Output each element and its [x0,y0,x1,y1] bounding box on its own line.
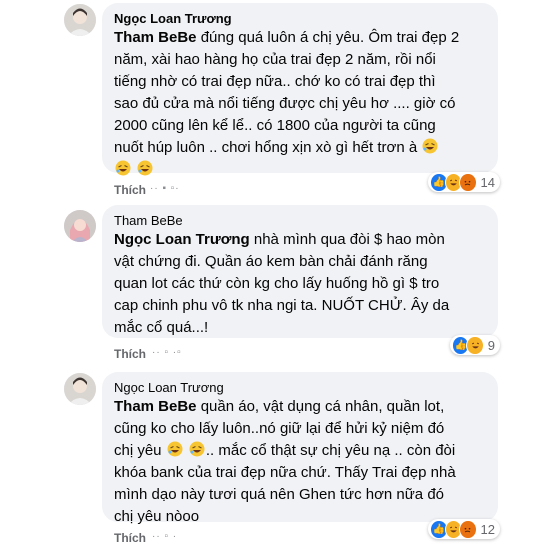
reaction-summary[interactable]: 👍 9 [450,335,500,355]
angry-reaction-icon [459,172,477,192]
reaction-count: 9 [487,337,495,353]
mention-link[interactable]: Tham BeBe [114,398,197,415]
avatar-photo-icon [64,210,96,242]
comment-bubble: Tham BeBe Ngọc Loan Trương nhà mình qua … [102,205,498,338]
like-action[interactable]: Thích [114,347,146,361]
mention-link[interactable]: Ngọc Loan Trương [114,231,250,248]
haha-reaction-icon [466,335,484,355]
avatar[interactable] [64,210,96,242]
mention-link[interactable]: Tham BeBe [114,29,197,46]
avatar-photo-icon [64,4,96,36]
action-links-blurred: ·· ▫ ·▫ [152,347,182,358]
action-links-blurred: ·· ▪ ▫· [150,183,180,194]
reaction-summary[interactable]: 👍 14 [428,172,500,192]
comment-text: Ngọc Loan Trương nhà mình qua đòi $ hao … [114,231,450,336]
comment-author[interactable]: Ngọc Loan Trương [114,10,486,27]
comment-author[interactable]: Tham BeBe [114,212,486,229]
angry-reaction-icon [459,519,477,539]
avatar[interactable] [64,4,96,36]
rofl-emoji-icon [167,441,183,457]
reaction-count: 14 [480,174,496,190]
rofl-emoji-icon [137,160,153,176]
comment-text: Tham BeBe quần áo, vật dụng cá nhân, quầ… [114,398,456,525]
avatar-photo-icon [64,373,96,405]
comment-author[interactable]: Ngọc Loan Trương [114,379,486,396]
rofl-emoji-icon [189,441,205,457]
like-action[interactable]: Thích [114,183,146,197]
rofl-emoji-icon [115,160,131,176]
reaction-count: 12 [480,521,496,537]
comment-bubble: Ngọc Loan Trương Tham BeBe đúng quá luôn… [102,3,498,176]
comment-bubble: Ngọc Loan Trương Tham BeBe quần áo, vật … [102,372,498,525]
reaction-summary[interactable]: 👍 12 [428,519,500,539]
like-action[interactable]: Thích [114,531,146,545]
avatar[interactable] [64,373,96,405]
rofl-emoji-icon [422,138,438,154]
action-links-blurred: ·· ▫ · [152,531,178,542]
comment-text: Tham BeBe đúng quá luôn á chị yêu. Ôm tr… [114,27,486,181]
